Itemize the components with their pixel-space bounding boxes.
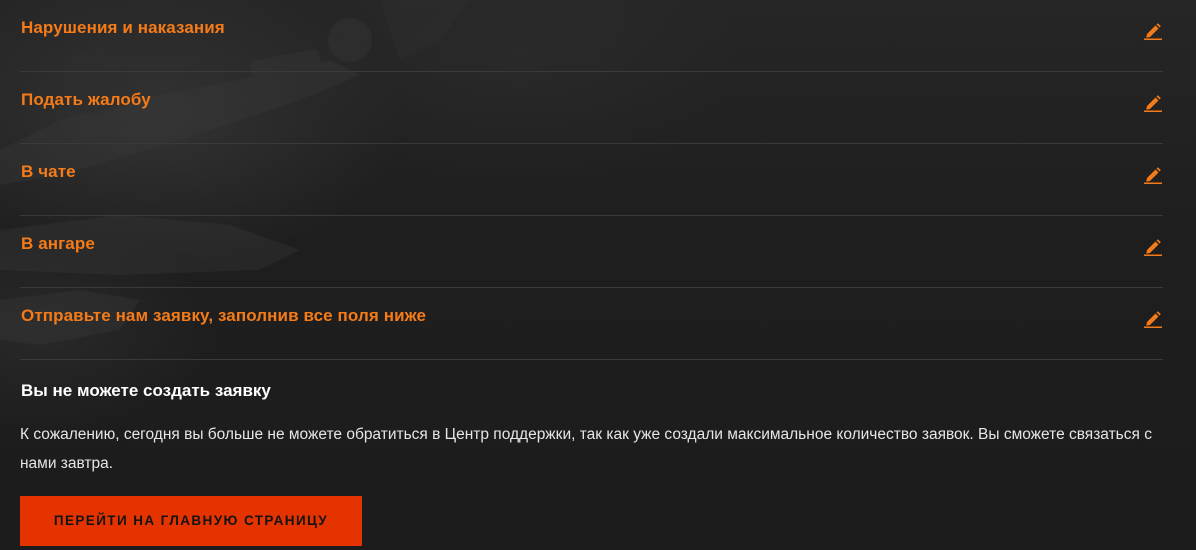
step-in-hangar[interactable]: В ангаре (20, 216, 1163, 288)
pencil-icon[interactable] (1143, 94, 1163, 112)
pencil-icon[interactable] (1143, 238, 1163, 256)
step-title: В чате (21, 162, 76, 181)
support-request-panel: Нарушения и наказания Подать жалобу В ча… (20, 0, 1163, 546)
notice-text: К сожалению, сегодня вы больше не можете… (20, 426, 1152, 472)
request-steps: Нарушения и наказания Подать жалобу В ча… (20, 0, 1163, 360)
step-title: Нарушения и наказания (21, 18, 225, 37)
go-to-home-button[interactable]: ПЕРЕЙТИ НА ГЛАВНУЮ СТРАНИЦУ (20, 496, 362, 546)
step-file-complaint[interactable]: Подать жалобу (20, 72, 1163, 144)
step-title: В ангаре (21, 234, 95, 253)
step-in-chat[interactable]: В чате (20, 144, 1163, 216)
step-title: Отправьте нам заявку, заполнив все поля … (21, 306, 427, 325)
step-title: Подать жалобу (21, 90, 151, 109)
step-submit-request[interactable]: Отправьте нам заявку, заполнив все поля … (20, 288, 1163, 360)
pencil-icon[interactable] (1143, 310, 1163, 328)
pencil-icon[interactable] (1143, 22, 1163, 40)
step-violations[interactable]: Нарушения и наказания (20, 0, 1163, 72)
notice-title: Вы не можете создать заявку (21, 381, 271, 400)
pencil-icon[interactable] (1143, 166, 1163, 184)
